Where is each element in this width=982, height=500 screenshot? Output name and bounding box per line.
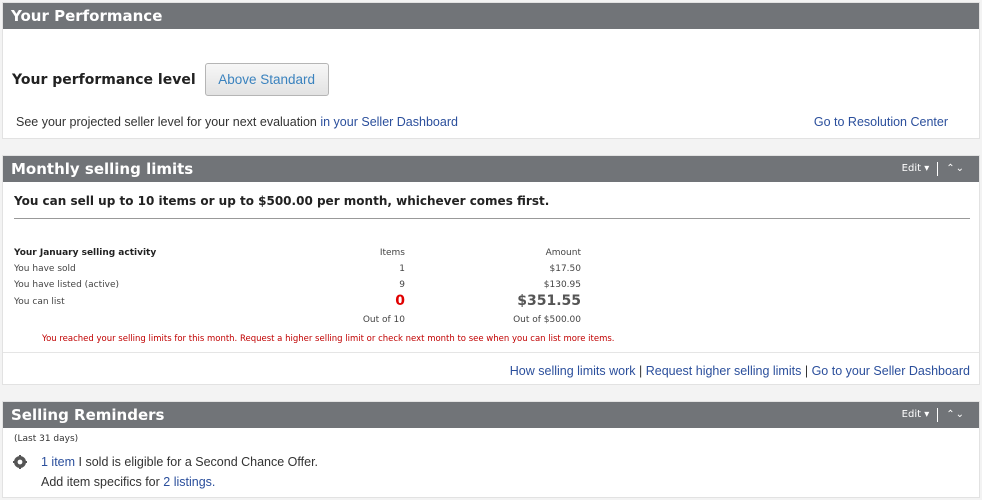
gear-icon [13,455,27,469]
edit-menu-button[interactable]: Edit ▾ [902,402,930,428]
items-column-header: Items [379,248,405,258]
summary-divider [14,218,970,219]
footer-divider [3,352,979,353]
selling-limits-header: Monthly selling limits Edit ▾ ⌃⌄ [3,156,979,182]
row-sold-label: You have sold [14,264,76,274]
two-listings-link[interactable]: 2 listings. [163,475,215,489]
activity-title: Your January selling activity [14,248,157,258]
second-chance-text: I sold is eligible for a Second Chance O… [78,455,319,469]
row-can-list-amount: $351.55 [517,293,581,309]
request-higher-limits-link[interactable]: Request higher selling limits [646,364,802,378]
amount-column-header: Amount [545,248,581,258]
row-can-list-label: You can list [14,297,65,307]
second-chance-reminder: 1 item I sold is eligible for a Second C… [41,455,318,469]
how-limits-work-link[interactable]: How selling limits work [510,364,636,378]
link-separator: | [804,364,809,378]
one-item-link[interactable]: 1 item [41,455,75,469]
go-to-seller-dashboard-link[interactable]: Go to your Seller Dashboard [812,364,970,378]
row-listed-items: 9 [399,280,405,290]
performance-level-label: Your performance level [12,71,196,88]
row-sold-amount: $17.50 [549,264,582,274]
tools-divider [937,162,939,176]
selling-limits-panel: Monthly selling limits Edit ▾ ⌃⌄ You can… [2,155,980,385]
row-listed-label: You have listed (active) [14,280,120,290]
item-specifics-reminder: Add item specifics for 2 listings. [41,475,215,489]
selling-reminders-panel: Selling Reminders Edit ▾ ⌃⌄ (Last 31 day… [2,401,980,498]
performance-panel: Your Performance Your performance level … [2,2,980,139]
performance-title: Your Performance [11,7,163,25]
item-specifics-text: Add item specifics for [41,475,160,489]
projection-line: See your projected seller level for your… [16,115,458,129]
selling-limits-title: Monthly selling limits [11,160,194,178]
performance-level-button[interactable]: Above Standard [204,63,329,96]
tools-divider [937,408,939,422]
link-separator: | [638,364,643,378]
header-tools: Edit ▾ ⌃⌄ [902,156,965,182]
performance-level-row: Your performance level Above Standard [12,63,329,96]
limit-warning: You reached your selling limits for this… [42,334,615,344]
seller-dashboard-link[interactable]: in your Seller Dashboard [320,115,458,129]
performance-header: Your Performance [3,3,979,29]
row-listed-amount: $130.95 [543,280,581,290]
header-tools: Edit ▾ ⌃⌄ [902,402,965,428]
resolution-center-link[interactable]: Go to Resolution Center [814,115,948,129]
row-can-list-items: 0 [395,293,405,309]
reminders-period: (Last 31 days) [14,434,79,444]
selling-reminders-header: Selling Reminders Edit ▾ ⌃⌄ [3,402,979,428]
collapse-arrows-icon[interactable]: ⌃⌄ [946,156,965,182]
out-of-amount: Out of $500.00 [513,315,581,325]
limits-footer-links: How selling limits work | Request higher… [510,364,970,378]
selling-reminders-title: Selling Reminders [11,406,165,424]
collapse-arrows-icon[interactable]: ⌃⌄ [946,402,965,428]
edit-menu-button[interactable]: Edit ▾ [902,156,930,182]
out-of-items: Out of 10 [362,315,405,325]
projection-text: See your projected seller level for your… [16,115,317,129]
limits-summary: You can sell up to 10 items or up to $50… [14,194,550,208]
row-sold-items: 1 [399,264,405,274]
